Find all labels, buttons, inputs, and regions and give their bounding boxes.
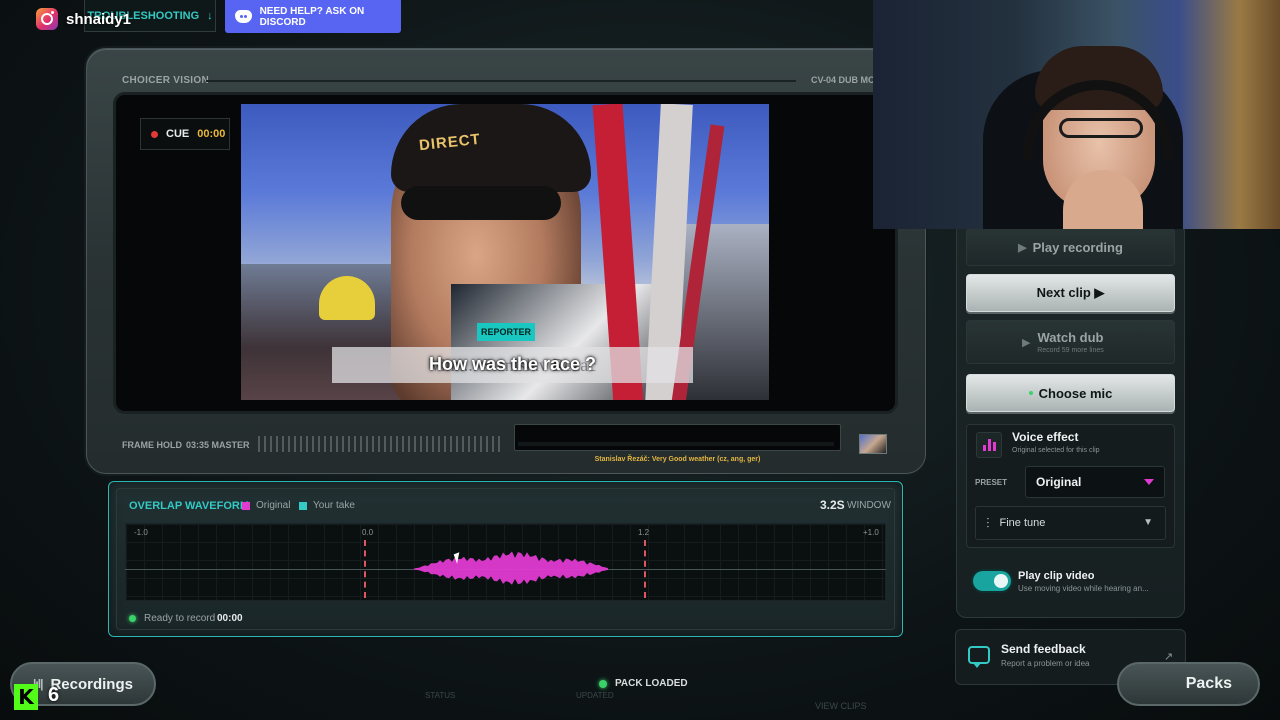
cue-label: CUE xyxy=(166,128,190,140)
watch-play-icon: ▶ xyxy=(1022,337,1031,349)
packs-button[interactable]: Packs xyxy=(1117,662,1260,706)
waveform-title: OVERLAP WAVEFORM xyxy=(129,500,249,512)
legend-take: Your take xyxy=(299,500,355,511)
ready-status: Ready to record xyxy=(144,613,216,624)
pack-status: PACK LOADED xyxy=(615,678,688,689)
next-clip-label: Next clip ▶ xyxy=(1036,285,1105,300)
packs-label: Packs xyxy=(1185,675,1232,692)
mic-status-dot xyxy=(1028,391,1033,395)
send-feedback-title: Send feedback xyxy=(1001,642,1086,656)
kick-logo-icon: K xyxy=(14,684,38,710)
watch-dub-button[interactable]: Watch dub Record 59 more lines xyxy=(966,320,1175,364)
preset-value: Original xyxy=(1036,475,1082,489)
sliders-icon: ⫶ xyxy=(986,514,990,531)
play-recording-button[interactable]: ▶ Play recording xyxy=(966,228,1175,266)
status-column-label: STATUS xyxy=(425,691,456,700)
send-feedback-subtitle: Report a problem or idea xyxy=(1001,659,1090,668)
fine-tune-label: Fine tune xyxy=(999,517,1046,529)
webcam-overlay xyxy=(873,0,1280,229)
play-clip-video-subtitle: Use moving video while hearing an... xyxy=(1018,584,1149,593)
play-recording-label: Play recording xyxy=(1032,239,1123,255)
voice-effect-icon xyxy=(976,432,1002,458)
speaker-tag: REPORTER xyxy=(477,323,535,341)
preset-label: PRESET xyxy=(975,478,1008,487)
subtitle-line: How was the race ? xyxy=(428,354,597,374)
master-time: 03:35 MASTER xyxy=(186,440,250,450)
clip-scrubber[interactable] xyxy=(514,424,841,451)
monitor-divider xyxy=(206,80,796,82)
fine-tune-dropdown[interactable]: ⫶ Fine tune ▼ xyxy=(975,506,1166,540)
video-skier-glasses xyxy=(401,186,561,220)
chevron-down-icon: ▼ xyxy=(1143,517,1153,528)
legend-original: Original xyxy=(242,500,290,511)
level-ticks xyxy=(258,436,500,452)
voice-effect-title: Voice effect xyxy=(1012,430,1079,444)
pack-status-dot xyxy=(599,680,607,688)
play-clip-video-title: Play clip video xyxy=(1018,570,1095,582)
ready-time: 00:00 xyxy=(217,613,243,624)
scrubber-track xyxy=(518,442,834,446)
legend-original-label: Original xyxy=(256,500,291,511)
preset-select[interactable]: Original xyxy=(1025,466,1165,498)
legend-swatch-take xyxy=(299,501,307,510)
discord-help-button[interactable]: NEED HELP? ASK ON DISCORD xyxy=(225,0,401,33)
instagram-handle: shnaidy1 xyxy=(66,10,132,28)
toggle-knob xyxy=(994,574,1008,588)
webcam-glasses xyxy=(1059,118,1143,138)
legend-swatch-original xyxy=(242,501,250,510)
recordings-label: Recordings xyxy=(50,675,133,693)
next-clip-button[interactable]: Next clip ▶ xyxy=(966,274,1175,312)
monitor-brand: CHOICER VISION xyxy=(122,75,209,86)
ready-status-dot xyxy=(129,615,136,622)
record-dot-icon xyxy=(151,130,158,138)
instagram-overlay: shnaidy1 xyxy=(36,8,131,30)
window-length: 3.2S xyxy=(820,498,845,512)
discord-help-label: NEED HELP? ASK ON DISCORD xyxy=(259,5,365,28)
watch-dub-sublabel: Record 59 more lines xyxy=(1037,347,1104,354)
updated-column-label: UPDATED xyxy=(576,691,614,700)
frame-hold-label: FRAME HOLD xyxy=(122,440,182,450)
play-icon: ▶ xyxy=(1018,241,1027,254)
clip-caption: Stanislav Řezáč: Very Good weather (cz, … xyxy=(594,456,761,463)
window-label: WINDOW xyxy=(847,500,891,511)
choose-mic-label: Choose mic xyxy=(1038,385,1113,401)
watch-dub-label: Watch dub xyxy=(1037,330,1104,345)
cue-time: 00:00 xyxy=(197,128,226,140)
clip-thumbnail[interactable] xyxy=(859,434,887,454)
chat-bubble-icon xyxy=(968,646,990,668)
legend-take-label: Your take xyxy=(313,500,355,511)
kick-viewer-count: 6 xyxy=(48,684,60,706)
original-waveform xyxy=(413,551,608,585)
discord-icon xyxy=(235,10,252,23)
view-clips-link[interactable]: VIEW CLIPS xyxy=(815,701,867,711)
voice-effect-subtitle: Original selected for this clip xyxy=(1012,447,1100,454)
chevron-down-icon xyxy=(1144,479,1154,485)
original-waveform-shape xyxy=(413,551,608,585)
instagram-icon xyxy=(36,8,58,30)
choose-mic-button[interactable]: Choose mic xyxy=(966,374,1175,412)
arrow-down-icon: ↓ xyxy=(207,9,213,22)
cue-indicator: CUE 00:00 xyxy=(140,118,230,150)
